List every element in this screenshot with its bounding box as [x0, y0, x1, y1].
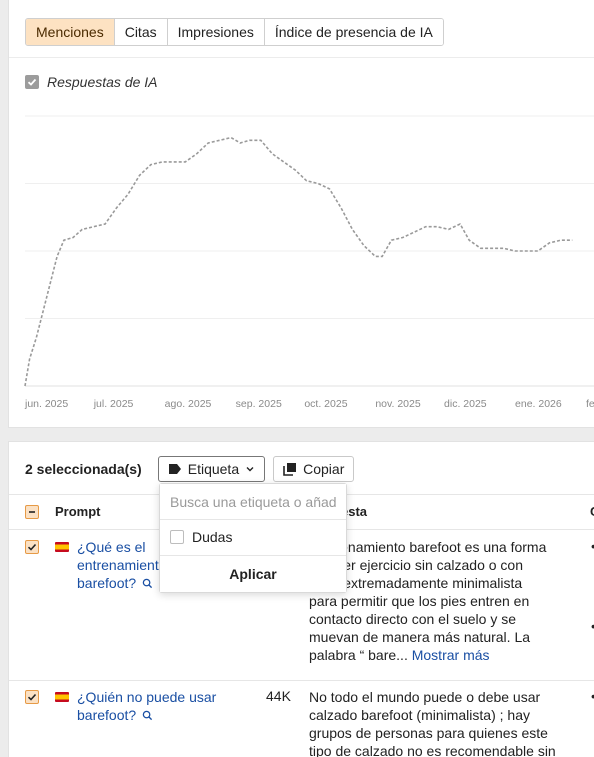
x-tick-label: feb. 2026 [586, 398, 594, 410]
x-tick-label: jul. 2025 [93, 398, 134, 410]
search-icon[interactable] [142, 578, 153, 589]
answer-line: grupos de personas para quienes este [309, 725, 548, 741]
answer-line: para permitir que los pies entren en [309, 593, 530, 609]
check-icon [27, 543, 37, 551]
show-more-link[interactable]: Mostrar más [412, 647, 490, 663]
prompt-line-last: barefoot? [77, 574, 167, 592]
prompt-line-text: barefoot? [77, 575, 137, 591]
minus-icon [29, 511, 35, 513]
row-checkbox[interactable] [25, 540, 39, 554]
answer-line-text: palabra “ bare... [309, 647, 412, 663]
spain-flag-icon [55, 542, 69, 552]
header-prompt[interactable]: Prompt [55, 504, 101, 519]
apply-button[interactable]: Aplicar [160, 556, 346, 592]
answer-line: muevan de manera más natural. La [309, 629, 531, 645]
answer-text: l entrenamiento barefoot es una forma e … [309, 538, 574, 664]
chevron-down-icon [246, 467, 254, 472]
x-tick-label: jun. 2025 [24, 398, 68, 410]
prompt-line: ¿Qué es el [77, 539, 146, 555]
x-tick-label: dic. 2025 [444, 398, 487, 410]
tag-dropdown: Dudas Aplicar [159, 483, 347, 593]
prompt-link[interactable]: ¿Quién no puede usar barefoot? [77, 688, 216, 724]
search-icon[interactable] [142, 710, 153, 721]
answer-line: calzado barefoot (minimalista) ; hay [309, 707, 530, 723]
volume-value: 44K [266, 688, 291, 704]
line-chart: jun. 2025 jul. 2025 ago. 2025 sep. 2025 oct.… [24, 115, 594, 410]
tag-option-dudas[interactable]: Dudas [170, 529, 232, 545]
answer-line-last: palabra “ bare... Mostrar más [309, 646, 574, 664]
select-all-checkbox[interactable] [25, 505, 39, 519]
x-tick-label: sep. 2025 [236, 398, 282, 410]
check-icon [27, 693, 37, 701]
answer-line: zado extremadamente minimalista [309, 575, 523, 591]
answer-line: No todo el mundo puede o debe usar [309, 689, 541, 705]
answer-line: l entrenamiento barefoot es una forma [309, 539, 547, 555]
prompt-link[interactable]: ¿Qué es el entrenamiento barefoot? [77, 538, 167, 592]
x-tick-label: nov. 2025 [375, 398, 421, 410]
x-tick-label: oct. 2025 [304, 398, 347, 410]
divider [9, 680, 594, 681]
spain-flag-icon [55, 692, 69, 702]
answer-line: contacto directo con el suelo y se [309, 611, 517, 627]
answer-line: e hacer ejercicio sin calzado o con [309, 557, 524, 573]
tag-icon [168, 464, 181, 474]
header-extra[interactable]: C [590, 504, 594, 519]
copy-button[interactable]: Copiar [273, 456, 355, 482]
x-tick-label: ago. 2025 [165, 398, 212, 410]
tag-button-label: Etiqueta [187, 461, 240, 477]
tag-search-input[interactable] [160, 484, 346, 520]
prompt-line-last: barefoot? [77, 706, 216, 724]
copy-button-label: Copiar [303, 461, 345, 477]
page: Menciones Citas Impresiones Índice de pr… [0, 0, 594, 757]
chart-series-line [24, 136, 573, 387]
chart-card: Menciones Citas Impresiones Índice de pr… [8, 0, 594, 428]
prompt-line: entrenamiento [77, 557, 167, 573]
answer-line: tipo de calzado no es recomendable sin [309, 743, 556, 757]
x-tick-label: ene. 2026 [515, 398, 562, 410]
prompt-line: ¿Quién no puede usar [77, 689, 217, 705]
prompt-line-text: barefoot? [77, 707, 137, 723]
row-checkbox[interactable] [25, 690, 39, 704]
selected-count: 2 seleccionada(s) [25, 461, 142, 477]
tag-button[interactable]: Etiqueta [157, 456, 266, 482]
selection-toolbar: 2 seleccionada(s) Etiqueta Copiar [25, 456, 355, 482]
copy-icon [283, 463, 297, 476]
answer-text: No todo el mundo puede o debe usar calza… [309, 688, 574, 757]
tag-option-checkbox[interactable] [170, 530, 184, 544]
tag-option-label: Dudas [192, 529, 233, 545]
